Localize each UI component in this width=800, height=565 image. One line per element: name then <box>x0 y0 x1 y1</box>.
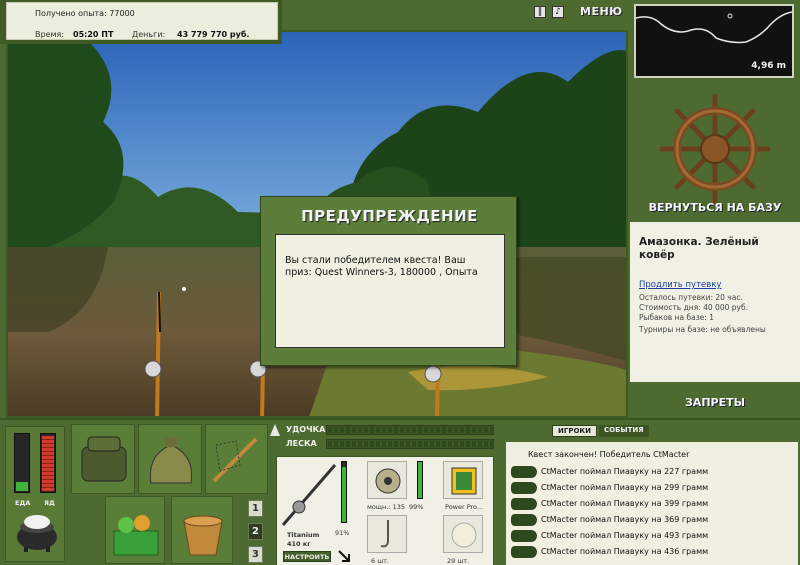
depth-value: 4,96 m <box>751 61 786 71</box>
bait-icon <box>451 522 477 548</box>
tackle-panel: УДОЧКА ЛЕСКА Titanium 410 кг 91% мощн.: … <box>270 420 498 565</box>
fish-icon <box>511 498 537 510</box>
poison-bar <box>40 433 56 493</box>
fish-icon <box>511 466 537 478</box>
bag-slot-5[interactable] <box>171 496 233 564</box>
bans-button[interactable]: ЗАПРЕТЫ <box>630 396 800 409</box>
bag-page-3[interactable]: 3 <box>248 546 263 563</box>
poison-label: ЯД <box>44 499 55 507</box>
tab-events[interactable]: СОБЫТИЯ <box>598 425 649 437</box>
poison-bar-fill <box>42 435 54 491</box>
line-slot[interactable] <box>443 461 483 499</box>
fish-icon <box>511 514 537 526</box>
location-title: Амазонка. Зелёный ковёр <box>639 236 759 261</box>
net-icon <box>212 437 258 483</box>
game-screen: Получено опыта: 77000 Время: 05:20 ПТ Де… <box>0 0 800 565</box>
fish-icon <box>511 546 537 558</box>
line-tension-bar <box>326 439 494 449</box>
day-cost: Стоимость дня: 40 000 руб. <box>639 303 748 312</box>
reel-power: мощн.: 135 <box>367 503 405 511</box>
setup-button[interactable]: НАСТРОИТЬ <box>283 551 331 562</box>
player-info-panel: Получено опыта: 77000 Время: 05:20 ПТ Де… <box>0 0 282 44</box>
tournaments-info: Турниры на базе: не объявлены <box>639 325 766 334</box>
line-spool-icon <box>451 467 477 495</box>
rod-weight: 410 кг <box>287 540 311 548</box>
fish-icon <box>511 530 537 542</box>
rod-icon[interactable] <box>279 459 339 529</box>
reel-pct: 99% <box>409 503 424 511</box>
hook-icon <box>380 520 389 548</box>
xp-text: Получено опыта: 77000 <box>35 9 135 18</box>
right-panel: ВЕРНУТЬСЯ НА БАЗУ Амазонка. Зелёный ковё… <box>630 80 800 418</box>
reel-wear-fill <box>418 462 422 498</box>
return-to-base-button[interactable]: ВЕРНУТЬСЯ НА БАЗУ <box>630 201 800 214</box>
bag-slot-2[interactable] <box>138 424 202 494</box>
inventory-slots: 1 2 3 <box>68 422 268 565</box>
menu-button[interactable]: МЕНЮ <box>580 5 623 18</box>
rod-tension-bar <box>326 425 494 435</box>
time-value: 05:20 ПТ <box>73 30 114 39</box>
bucket-icon <box>183 515 223 556</box>
rod-name: Titanium <box>287 531 320 539</box>
warning-dialog: ПРЕДУПРЕЖДЕНИЕ Вы стали победителем квес… <box>260 196 517 366</box>
chat-message: CtMacter поймал Пиавуку на 399 грамм <box>506 496 798 512</box>
sound-icon[interactable]: ♪ <box>552 6 564 18</box>
ship-wheel-icon[interactable] <box>660 94 770 204</box>
bait-count: 29 шт. <box>447 557 470 565</box>
line-label: ЛЕСКА <box>286 439 317 448</box>
fishers-count: Рыбаков на базе: 1 <box>639 313 714 322</box>
bag-icon <box>81 436 127 482</box>
cooking-pot-icon[interactable] <box>14 507 60 553</box>
dialog-title: ПРЕДУПРЕЖДЕНИЕ <box>301 207 478 225</box>
chat-panel: ИГРОКИ СОБЫТИЯ Квест закончен! Победител… <box>502 420 800 565</box>
arrow-up-icon <box>270 424 280 436</box>
tab-players[interactable]: ИГРОКИ <box>552 425 597 437</box>
line-name: Power Pro... <box>445 503 484 511</box>
bag-slot-3[interactable] <box>205 424 268 494</box>
bottom-panel: ЕДА ЯД 1 2 3 УДОЧКА ЛЕСКА Titanium 410 к… <box>0 418 800 565</box>
fish-icon <box>511 482 537 494</box>
tackle-slots: Titanium 410 кг 91% мощн.: 135 99% Power… <box>276 456 494 565</box>
time-label: Время: <box>35 30 65 39</box>
chat-message: CtMacter поймал Пиавуку на 436 грамм <box>506 544 798 560</box>
rod-pct: 91% <box>335 529 350 537</box>
chat-message: CtMacter поймал Пиавуку на 227 грамм <box>506 464 798 480</box>
reel-wear-bar <box>417 461 423 499</box>
extend-trip-link[interactable]: Продлить путевку <box>639 280 721 290</box>
money-label: Деньги: <box>132 30 166 39</box>
chat-message: CtMacter поймал Пиавуку на 493 грамм <box>506 528 798 544</box>
bag-slot-4[interactable] <box>105 496 165 564</box>
top-buttons: ‖ ♪ <box>534 6 564 22</box>
vegetable-basket-icon <box>113 515 159 556</box>
chat-log[interactable]: Квест закончен! Победитель CtMacter CtMa… <box>506 442 798 565</box>
food-bar <box>14 433 30 493</box>
pause-icon[interactable]: ‖ <box>534 6 546 18</box>
bag-page-1[interactable]: 1 <box>248 500 263 517</box>
bag-slot-1[interactable] <box>71 424 135 494</box>
food-label: ЕДА <box>15 499 31 507</box>
system-message: Квест закончен! Победитель CtMacter <box>528 450 690 459</box>
chat-message: CtMacter поймал Пиавуку на 299 грамм <box>506 480 798 496</box>
rod-wear-bar <box>341 461 347 523</box>
depth-map[interactable]: 4,96 m <box>634 4 794 78</box>
chat-message: CtMacter поймал Пиавуку на 369 грамм <box>506 512 798 528</box>
food-bar-fill <box>16 482 28 491</box>
rod-label: УДОЧКА <box>286 425 326 434</box>
needs-panel: ЕДА ЯД <box>5 426 65 562</box>
dialog-message: Вы стали победителем квеста! Ваш приз: Q… <box>275 234 505 348</box>
hook-count: 6 шт. <box>371 557 390 565</box>
reel-slot[interactable] <box>367 461 407 499</box>
money-value: 43 779 770 руб. <box>177 30 250 39</box>
trip-remaining: Осталось путевки: 20 час. <box>639 293 743 302</box>
base-info-card: Амазонка. Зелёный ковёр Продлить путевку… <box>630 222 800 382</box>
chat-tabs: ИГРОКИ СОБЫТИЯ <box>552 425 649 437</box>
bait-slot[interactable] <box>443 515 483 553</box>
sack-icon <box>149 437 193 484</box>
reel-icon <box>375 468 401 494</box>
arrow-down-right-icon[interactable] <box>337 549 351 563</box>
bag-page-2[interactable]: 2 <box>248 523 263 540</box>
hook-slot[interactable] <box>367 515 407 553</box>
rod-wear-fill <box>342 467 346 522</box>
